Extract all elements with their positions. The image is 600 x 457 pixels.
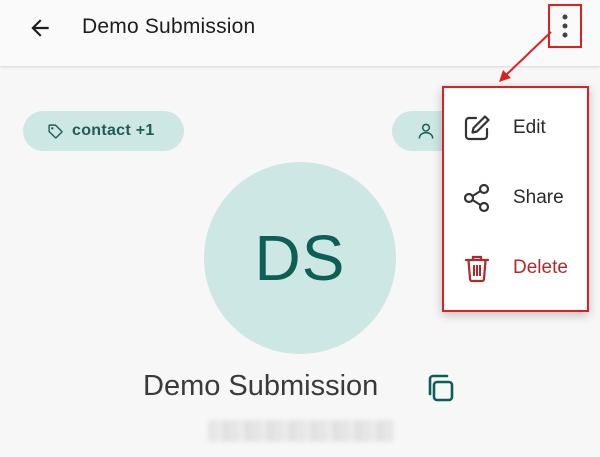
avatar-initials: DS <box>254 222 346 294</box>
contact-name: Demo Submission <box>143 370 379 402</box>
tags-chip-label: contact +1 <box>72 122 155 139</box>
page-title: Demo Submission <box>82 15 256 38</box>
menu-item-edit[interactable]: Edit <box>444 100 587 156</box>
person-icon <box>418 123 434 139</box>
more-options-button[interactable] <box>548 4 582 48</box>
app-bar: Demo Submission <box>0 0 600 66</box>
more-vertical-icon <box>562 14 568 38</box>
copy-icon <box>428 374 454 402</box>
arrow-left-icon <box>31 19 49 37</box>
edit-icon <box>460 111 494 145</box>
tag-icon <box>48 123 63 139</box>
menu-item-delete-label: Delete <box>513 257 568 278</box>
tags-chip[interactable]: contact +1 <box>23 111 184 151</box>
back-button[interactable] <box>22 10 58 46</box>
trash-icon <box>460 251 494 285</box>
overflow-menu: Edit Share Delete <box>442 86 589 312</box>
menu-item-delete[interactable]: Delete <box>444 240 587 296</box>
redacted-subtext <box>208 420 394 442</box>
menu-item-edit-label: Edit <box>513 117 546 138</box>
menu-item-share-label: Share <box>513 187 564 208</box>
avatar: DS <box>204 162 396 354</box>
copy-button[interactable] <box>420 368 460 408</box>
share-icon <box>460 181 494 215</box>
menu-item-share[interactable]: Share <box>444 170 587 226</box>
